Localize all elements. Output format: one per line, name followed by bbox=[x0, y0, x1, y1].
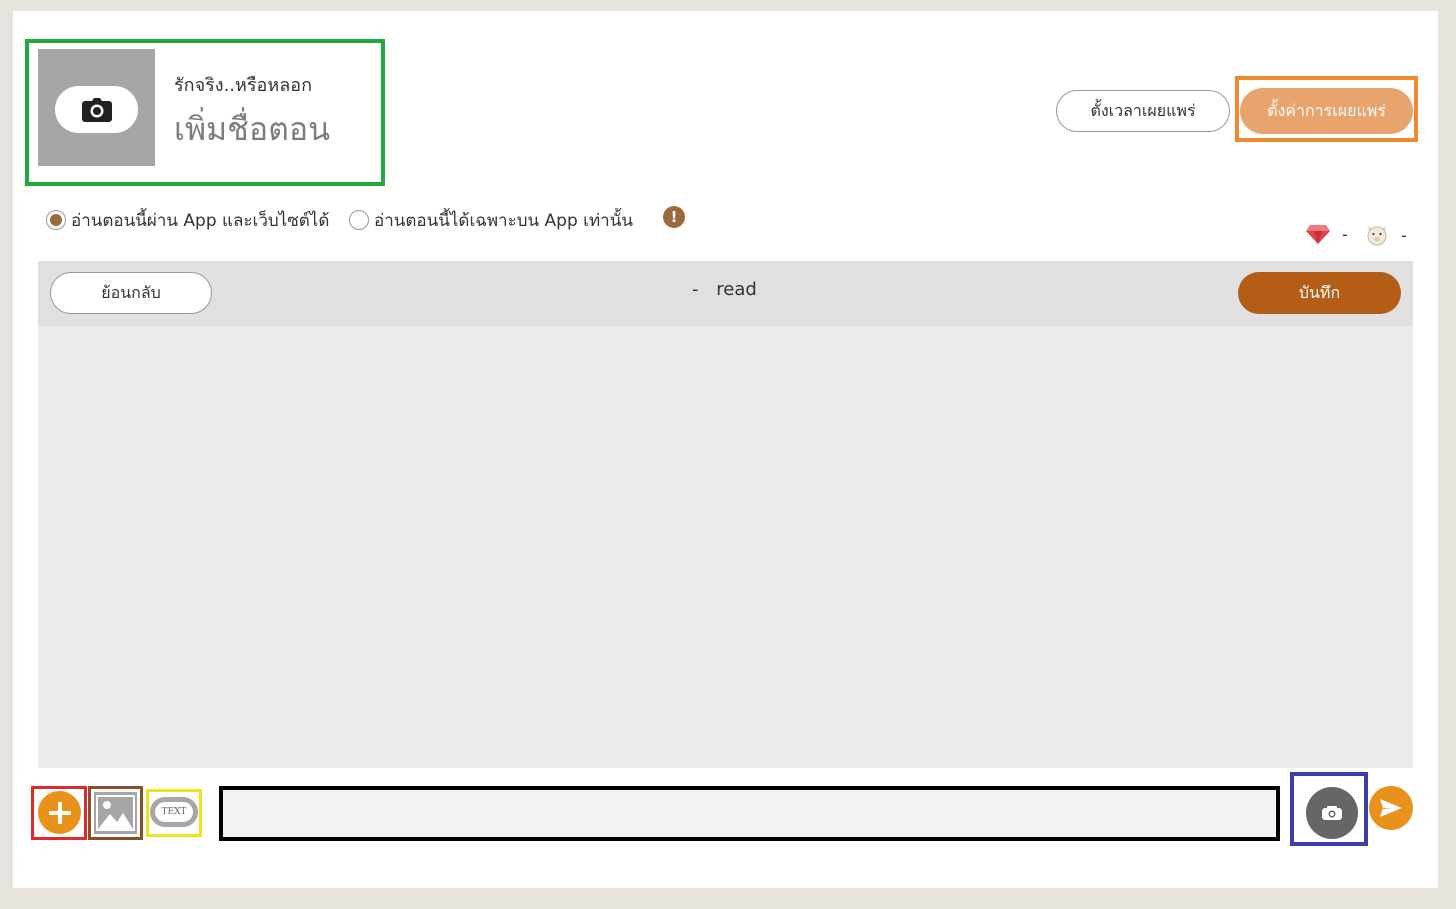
gem-value: - bbox=[1342, 224, 1348, 244]
schedule-publish-button[interactable]: ตั้งเวลาเผยแพร่ bbox=[1056, 90, 1230, 132]
camera-icon bbox=[1322, 806, 1342, 820]
publish-settings-button[interactable]: ตั้งค่าการเผยแพร่ bbox=[1240, 88, 1413, 134]
add-button[interactable] bbox=[38, 791, 81, 834]
story-title: รักจริง..หรือหลอก bbox=[174, 75, 312, 96]
episode-title-input[interactable]: เพิ่มชื่อตอน bbox=[174, 104, 330, 155]
camera-button[interactable] bbox=[1306, 787, 1358, 839]
camera-icon bbox=[81, 97, 112, 122]
message-input[interactable] bbox=[223, 790, 1276, 837]
insert-image-button[interactable] bbox=[94, 792, 137, 834]
send-button[interactable] bbox=[1369, 786, 1413, 830]
mascot-value: - bbox=[1401, 225, 1407, 245]
read-count: - bbox=[692, 279, 699, 300]
read-option-app-and-web[interactable]: อ่านตอนนี้ผ่าน App และเว็บไซต์ได้ bbox=[46, 208, 329, 232]
info-icon[interactable]: ! bbox=[663, 206, 685, 228]
image-icon bbox=[96, 795, 135, 831]
send-icon bbox=[1380, 799, 1402, 817]
read-option-label: อ่านตอนนี้ได้เฉพาะบน App เท่านั้น bbox=[374, 210, 633, 231]
read-option-label: อ่านตอนนี้ผ่าน App และเว็บไซต์ได้ bbox=[71, 210, 330, 231]
save-button[interactable]: บันทึก bbox=[1238, 272, 1401, 314]
read-counter: - read bbox=[692, 279, 757, 300]
plus-icon bbox=[48, 801, 71, 824]
text-badge: TEXT bbox=[155, 802, 193, 822]
upload-cover-button[interactable] bbox=[55, 86, 138, 133]
read-label: read bbox=[716, 279, 757, 300]
back-button[interactable]: ย้อนกลับ bbox=[50, 272, 212, 314]
pig-mascot-icon bbox=[1367, 226, 1387, 246]
insert-text-button[interactable]: TEXT bbox=[150, 797, 198, 827]
radio-selected[interactable] bbox=[46, 210, 66, 230]
gem-stat: - bbox=[1306, 224, 1348, 244]
mascot-stat: - bbox=[1365, 224, 1407, 246]
message-input-box[interactable] bbox=[219, 786, 1280, 841]
read-option-app-only[interactable]: อ่านตอนนี้ได้เฉพาะบน App เท่านั้น bbox=[349, 208, 633, 232]
gem-icon bbox=[1306, 225, 1330, 244]
editor-canvas[interactable] bbox=[38, 326, 1413, 768]
radio-unselected[interactable] bbox=[349, 210, 369, 230]
